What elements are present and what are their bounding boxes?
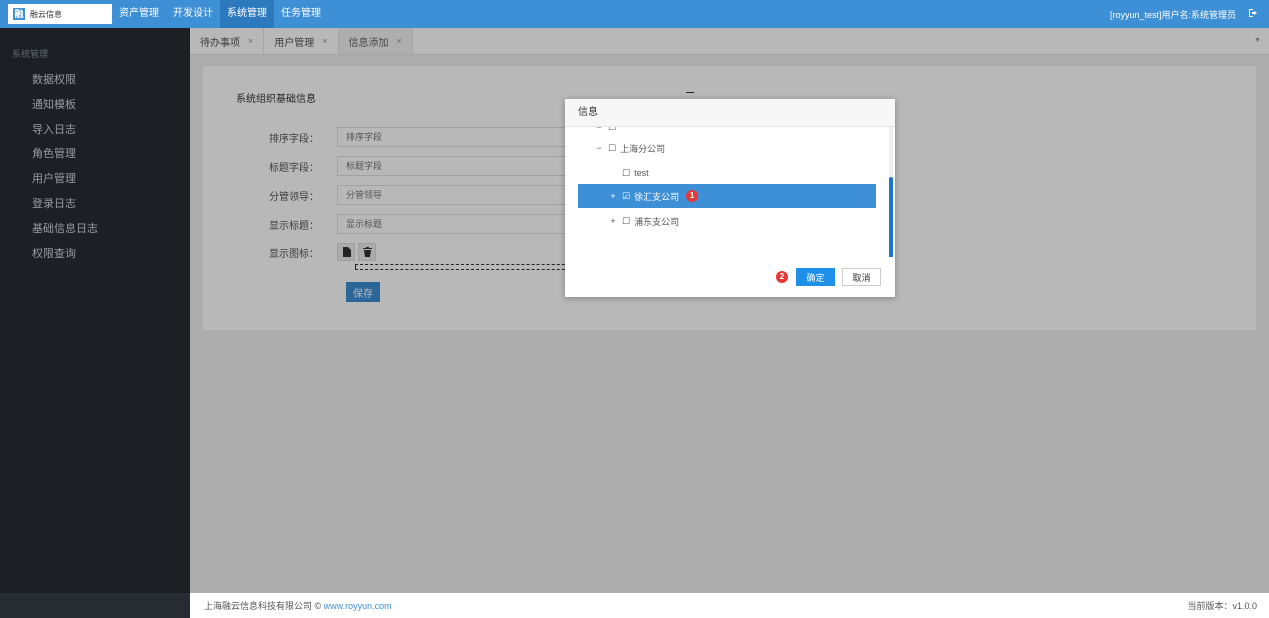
tree-node-label[interactable]: test [634, 168, 649, 178]
top-nav: 资产管理 开发设计 系统管理 任务管理 [112, 0, 328, 28]
expand-toggle[interactable]: + [608, 191, 618, 201]
user-info[interactable]: [royyun_test]用户名:系统管理员 [1110, 8, 1236, 21]
nav-task-management[interactable]: 任务管理 [274, 0, 328, 28]
tree-node[interactable]: + ☐ 浦东支公司 [578, 209, 876, 233]
org-tree: − ☐ − ☐ 上海分公司 ☐ test + ☑ 徐汇支公司 1 + ☐ 浦东支… [565, 127, 895, 257]
checkbox-icon: ☐ [608, 127, 616, 133]
tree-node-selected[interactable]: + ☑ 徐汇支公司 1 [578, 184, 876, 208]
checkbox-icon[interactable]: ☐ [608, 143, 616, 154]
footer-copyright: 上海融云信息科技有限公司 © www.royyun.com [204, 599, 392, 612]
top-bar: 融 融云信息 资产管理 开发设计 系统管理 任务管理 [royyun_test]… [0, 0, 1269, 28]
logout-icon[interactable] [1248, 8, 1259, 21]
dialog-title: 信息 [565, 99, 895, 127]
info-dialog: 信息 − ☐ − ☐ 上海分公司 ☐ test + ☑ 徐汇支公司 1 + ☐ … [565, 99, 895, 297]
dialog-footer: 2 确定 取消 [565, 261, 895, 297]
cancel-button[interactable]: 取消 [842, 268, 881, 286]
step-badge: 1 [686, 190, 699, 202]
nav-asset-management[interactable]: 资产管理 [112, 0, 166, 28]
confirm-button[interactable]: 确定 [796, 268, 835, 286]
tree-toggle: − [596, 127, 602, 132]
logo[interactable]: 融 融云信息 [8, 4, 112, 24]
user-area: [royyun_test]用户名:系统管理员 [1110, 0, 1259, 28]
tree-node[interactable]: ☐ test [578, 161, 876, 185]
tree-node-label[interactable]: 徐汇支公司 [634, 190, 679, 203]
company-name: 上海融云信息科技有限公司 © [204, 601, 324, 611]
checkbox-icon[interactable]: ☐ [622, 168, 630, 179]
tree-node[interactable]: − ☐ 上海分公司 [578, 136, 876, 160]
tree-node-label[interactable]: 浦东支公司 [634, 215, 679, 228]
checkbox-checked-icon[interactable]: ☑ [622, 191, 630, 202]
step-badge: 2 [776, 271, 788, 283]
tree-node-label[interactable]: 上海分公司 [620, 142, 665, 155]
nav-dev-design[interactable]: 开发设计 [166, 0, 220, 28]
footer: 上海融云信息科技有限公司 © www.royyun.com 当前版本：v1.0.… [190, 593, 1269, 618]
nav-system-management[interactable]: 系统管理 [220, 0, 274, 28]
scrollbar-thumb[interactable] [889, 177, 893, 257]
collapse-toggle[interactable]: − [594, 143, 604, 153]
logo-text: 融云信息 [30, 9, 62, 19]
website-link[interactable]: www.royyun.com [324, 601, 392, 611]
logo-mark: 融 [13, 8, 25, 20]
version-text: 当前版本：v1.0.0 [1187, 601, 1257, 611]
checkbox-icon[interactable]: ☐ [622, 216, 630, 227]
expand-toggle[interactable]: + [608, 216, 618, 226]
